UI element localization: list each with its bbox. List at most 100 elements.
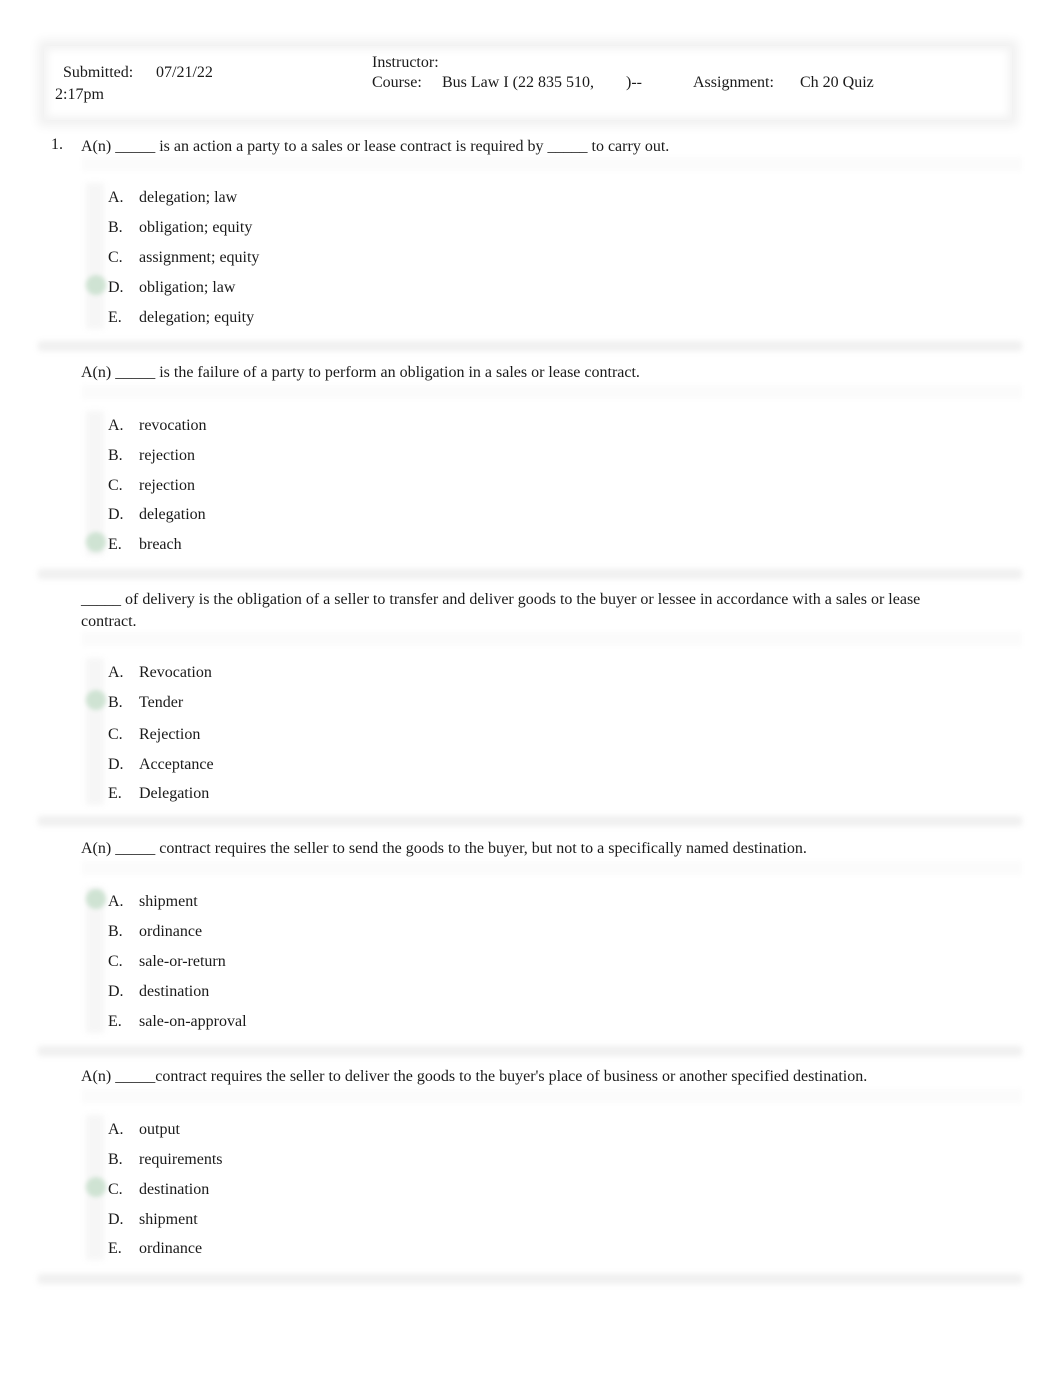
- answer-option: D. obligation; law: [86, 275, 236, 299]
- assignment-value: Ch 20 Quiz: [800, 74, 874, 91]
- option-letter: A.: [108, 189, 124, 206]
- answer-option: D. delegation: [108, 504, 206, 526]
- answer-option: E. ordinance: [108, 1238, 202, 1260]
- answer-option: B. ordinance: [108, 921, 202, 943]
- option-text: ordinance: [139, 923, 203, 940]
- option-text: Revocation: [139, 664, 212, 681]
- question-text: _____ of delivery is the obligation of a…: [81, 591, 921, 630]
- option-letter: E.: [108, 536, 122, 553]
- option-text: obligation; equity: [139, 219, 253, 236]
- option-text: sale-on-approval: [139, 1013, 247, 1030]
- option-text: shipment: [139, 893, 198, 910]
- correct-answer-marker-icon: [86, 1177, 106, 1197]
- answer-option: B. obligation; equity: [108, 217, 252, 239]
- option-text: Tender: [139, 694, 184, 711]
- option-text: breach: [139, 536, 182, 553]
- option-letter: C.: [108, 477, 123, 494]
- correct-answer-marker-icon: [86, 532, 106, 552]
- option-letter: B.: [108, 219, 123, 236]
- option-letter: E.: [108, 1240, 122, 1257]
- correct-answer-marker-icon: [86, 889, 106, 909]
- submitted-time: 2:17pm: [55, 86, 104, 103]
- option-text: delegation; equity: [139, 309, 255, 326]
- answer-option: E. breach: [86, 532, 182, 556]
- answer-option: B. requirements: [108, 1149, 223, 1171]
- option-letter: C.: [108, 1181, 123, 1198]
- option-letter: C.: [108, 953, 123, 970]
- answer-option: C. Rejection: [108, 724, 200, 746]
- option-letter: B.: [108, 923, 123, 940]
- option-text: destination: [139, 1181, 210, 1198]
- question-number: 1.: [51, 136, 63, 153]
- answer-option: D. destination: [108, 981, 209, 1003]
- option-letter: C.: [108, 726, 123, 743]
- option-text: assignment; equity: [139, 249, 260, 266]
- option-text: rejection: [139, 477, 195, 494]
- option-letter: D.: [108, 1211, 124, 1228]
- question-separator: [38, 1274, 1022, 1284]
- question-text: A(n) _____ is the failure of a party to …: [81, 364, 640, 381]
- question-divider: [82, 385, 1022, 399]
- option-letter: A.: [108, 664, 124, 681]
- instructor-label: Instructor:: [372, 54, 439, 71]
- option-text: destination: [139, 983, 210, 1000]
- answer-option: B. Tender: [86, 690, 184, 714]
- answer-option: C. sale-or-return: [108, 951, 226, 973]
- answer-option: B. rejection: [108, 445, 195, 467]
- question-text: A(n) _____ contract requires the seller …: [81, 840, 807, 857]
- answer-option: D. shipment: [108, 1209, 198, 1231]
- answer-option: A. output: [108, 1119, 180, 1141]
- option-text: requirements: [139, 1151, 223, 1168]
- question-divider: [82, 861, 1022, 875]
- option-text: Delegation: [139, 785, 210, 802]
- question-separator: [38, 1046, 1022, 1056]
- answer-option: E. delegation; equity: [108, 307, 254, 329]
- answer-column-shade: [86, 658, 104, 805]
- answer-option: A. shipment: [86, 889, 198, 913]
- option-text: obligation; law: [139, 279, 236, 296]
- question-separator: [38, 341, 1022, 351]
- option-letter: A.: [108, 893, 124, 910]
- option-text: output: [139, 1121, 180, 1138]
- question-divider: [82, 1089, 1022, 1103]
- submitted-date: 07/21/22: [156, 64, 213, 81]
- option-letter: D.: [108, 756, 124, 773]
- option-letter: B.: [108, 1151, 123, 1168]
- answer-option: A. delegation; law: [108, 187, 237, 209]
- option-text: ordinance: [139, 1240, 203, 1257]
- option-letter: D.: [108, 983, 124, 1000]
- question-separator: [38, 569, 1022, 579]
- question-separator: [38, 816, 1022, 826]
- assignment-label: Assignment:: [693, 74, 774, 91]
- option-text: rejection: [139, 447, 195, 464]
- course-label: Course:: [372, 74, 422, 91]
- answer-column-shade: [86, 183, 104, 329]
- answer-option: D. Acceptance: [108, 754, 214, 776]
- correct-answer-marker-icon: [86, 275, 106, 295]
- correct-answer-marker-icon: [86, 690, 106, 710]
- answer-option: A. revocation: [108, 415, 207, 437]
- option-letter: B.: [108, 447, 123, 464]
- option-letter: A.: [108, 1121, 124, 1138]
- option-letter: D.: [108, 279, 124, 296]
- answer-option: A. Revocation: [108, 662, 212, 684]
- question-divider: [82, 632, 1022, 646]
- course-value: Bus Law I (22 835 510,: [442, 74, 594, 91]
- answer-option: E. sale-on-approval: [108, 1011, 247, 1033]
- option-letter: C.: [108, 249, 123, 266]
- question-divider: [82, 157, 1022, 171]
- option-text: shipment: [139, 1211, 198, 1228]
- option-text: delegation: [139, 506, 206, 523]
- course-suffix: )--: [626, 74, 642, 91]
- option-letter: D.: [108, 506, 124, 523]
- option-text: sale-or-return: [139, 953, 226, 970]
- option-text: delegation; law: [139, 189, 238, 206]
- option-text: revocation: [139, 417, 207, 434]
- submitted-label: Submitted:: [63, 64, 134, 81]
- answer-option: C. rejection: [108, 475, 195, 497]
- question-text: A(n) _____contract requires the seller t…: [81, 1068, 868, 1085]
- option-letter: E.: [108, 785, 122, 802]
- option-letter: B.: [108, 694, 123, 711]
- option-text: Acceptance: [139, 756, 214, 773]
- answer-option: E. Delegation: [108, 783, 209, 805]
